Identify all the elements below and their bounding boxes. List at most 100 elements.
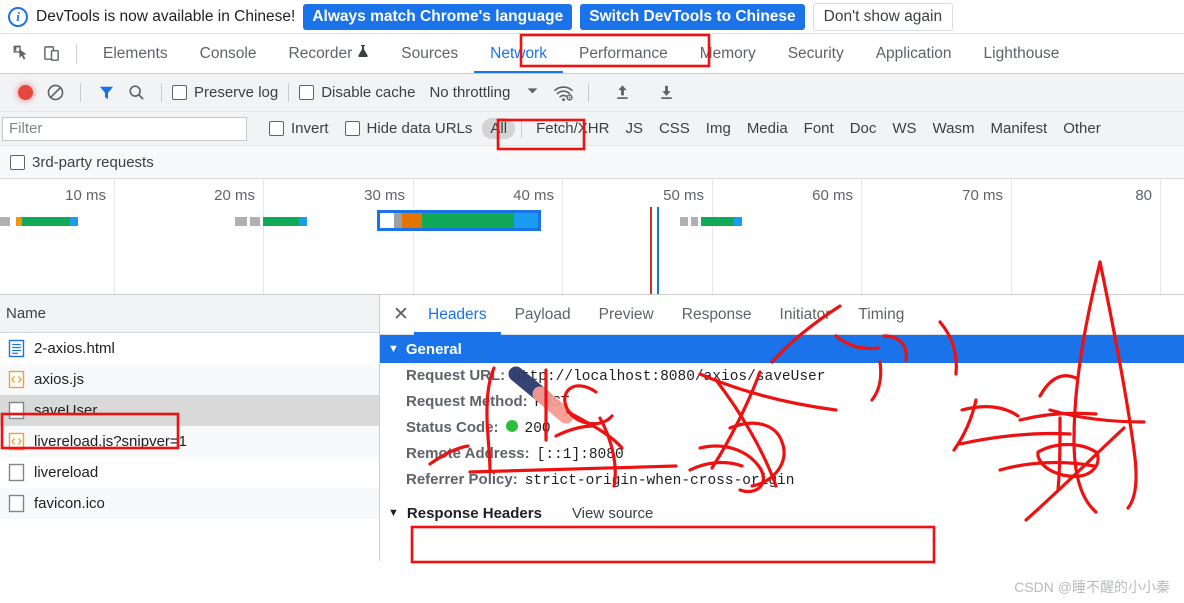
general-field-request-url: Request URL: http://localhost:8080/axios/… [380, 363, 1184, 389]
response-headers-title: Response Headers [406, 504, 542, 522]
timeline-request-bar[interactable] [377, 210, 541, 231]
request-detail-tabstrip: ✕ Headers Payload Preview Response Initi… [380, 295, 1184, 335]
clear-icon[interactable] [40, 78, 70, 108]
network-body: Name 2-axios.html axios.js saveUser liverel… [0, 295, 1184, 561]
view-source-link[interactable]: View source [572, 505, 653, 522]
tab-application[interactable]: Application [860, 34, 968, 73]
filter-type-all[interactable]: All [482, 118, 516, 139]
filter-type-other[interactable]: Other [1055, 118, 1109, 139]
filter-input[interactable]: Filter [2, 116, 247, 141]
request-row-favicon-ico[interactable]: favicon.ico [0, 488, 379, 519]
switch-to-chinese-button[interactable]: Switch DevTools to Chinese [580, 3, 805, 30]
tab-security[interactable]: Security [772, 34, 860, 73]
import-har-icon[interactable] [607, 78, 637, 108]
filter-type-js[interactable]: JS [617, 118, 651, 139]
throttling-dropdown[interactable]: No throttling [429, 84, 539, 101]
checkbox-box [299, 85, 315, 100]
filter-type-manifest[interactable]: Manifest [983, 118, 1056, 139]
tab-recorder[interactable]: Recorder [273, 34, 386, 73]
tab-label: Application [875, 44, 952, 62]
field-key: Status Code: [406, 419, 499, 436]
detail-tab-preview[interactable]: Preview [585, 295, 668, 335]
throttling-value: No throttling [429, 84, 511, 101]
timeline-request-bar[interactable] [0, 217, 78, 226]
timeline-event-line [657, 207, 659, 294]
tab-performance[interactable]: Performance [563, 34, 684, 73]
checkbox-box [344, 121, 360, 136]
wifi-settings-icon[interactable] [548, 78, 578, 108]
response-headers-section-header[interactable]: ▼ Response Headers View source [380, 499, 1184, 527]
third-party-requests-checkbox[interactable]: 3rd-party requests [10, 154, 154, 171]
disable-cache-checkbox[interactable]: Disable cache [299, 84, 415, 101]
timeline-gridline [114, 179, 115, 294]
tab-sources[interactable]: Sources [385, 34, 474, 73]
filter-type-doc[interactable]: Doc [842, 118, 885, 139]
tab-elements[interactable]: Elements [87, 34, 184, 73]
detail-tab-headers[interactable]: Headers [414, 295, 501, 335]
detail-tab-payload[interactable]: Payload [501, 295, 585, 335]
detail-tab-response[interactable]: Response [668, 295, 766, 335]
field-value: POST [534, 395, 570, 411]
tab-memory[interactable]: Memory [684, 34, 772, 73]
invert-checkbox[interactable]: Invert [269, 120, 329, 137]
filter-type-font[interactable]: Font [796, 118, 842, 139]
search-icon[interactable] [121, 78, 151, 108]
third-party-label: 3rd-party requests [32, 153, 154, 171]
timeline-tick-label: 30 ms [364, 187, 405, 204]
filter-type-img[interactable]: Img [698, 118, 739, 139]
hide-data-urls-checkbox[interactable]: Hide data URLs [344, 120, 473, 137]
checkbox-box [269, 121, 284, 136]
filter-funnel-icon[interactable] [91, 78, 121, 108]
checkbox-box [172, 85, 187, 100]
timeline-request-bar[interactable] [235, 217, 307, 226]
request-row-2-axios-html[interactable]: 2-axios.html [0, 333, 379, 364]
general-section-header[interactable]: ▼ General [380, 335, 1184, 363]
request-row-axios-js[interactable]: axios.js [0, 364, 379, 395]
tab-label: Recorder [288, 44, 353, 62]
tab-lighthouse[interactable]: Lighthouse [968, 34, 1076, 73]
devtools-language-infobar: i DevTools is now available in Chinese! … [0, 0, 1184, 34]
export-har-icon[interactable] [651, 78, 681, 108]
preserve-log-checkbox[interactable]: Preserve log [172, 84, 278, 101]
request-row-livereload[interactable]: livereload [0, 457, 379, 488]
toolbar-divider [80, 83, 81, 102]
generic-file-icon [8, 463, 25, 482]
close-icon[interactable]: ✕ [388, 302, 414, 328]
detail-tab-initiator[interactable]: Initiator [766, 295, 845, 335]
toggle-device-toolbar-icon[interactable] [36, 39, 66, 69]
request-detail-pane: ✕ Headers Payload Preview Response Initi… [380, 295, 1184, 561]
timeline-gridline [1011, 179, 1012, 294]
record-button[interactable] [10, 78, 40, 108]
timeline-event-line [650, 207, 652, 294]
info-icon: i [8, 6, 28, 27]
preserve-log-label: Preserve log [194, 84, 279, 101]
field-key: Referrer Policy: [406, 471, 518, 488]
experiment-flask-icon [357, 34, 369, 73]
always-match-language-button[interactable]: Always match Chrome's language [303, 3, 573, 30]
tab-network[interactable]: Network [474, 34, 563, 73]
detail-tab-timing[interactable]: Timing [844, 295, 918, 335]
request-row-saveuser[interactable]: saveUser [0, 395, 379, 426]
network-overview-timeline[interactable]: 10 ms 20 ms 30 ms 40 ms 50 ms 60 ms 70 ms 80 [0, 179, 1184, 295]
timeline-request-bar[interactable] [680, 217, 742, 226]
tab-label: Performance [578, 44, 668, 62]
script-icon [8, 432, 25, 451]
field-value: strict-origin-when-cross-origin [524, 473, 795, 489]
tab-label: Network [490, 44, 547, 62]
field-value: 200 [524, 421, 551, 437]
inspect-element-icon[interactable] [6, 39, 36, 69]
filter-type-media[interactable]: Media [739, 118, 796, 139]
tabstrip-divider [76, 43, 77, 64]
generic-file-icon [8, 401, 25, 420]
toolbar-divider [161, 83, 162, 102]
tab-label: Memory [699, 44, 756, 62]
filter-type-css[interactable]: CSS [651, 118, 698, 139]
hide-data-urls-label: Hide data URLs [366, 120, 473, 137]
filter-type-fetch-xhr[interactable]: Fetch/XHR [528, 118, 617, 139]
request-row-livereload-js-snipver-1[interactable]: livereload.js?snipver=1 [0, 426, 379, 457]
request-row-name: saveUser [34, 402, 98, 419]
dont-show-again-button[interactable]: Don't show again [812, 2, 954, 31]
filter-type-ws[interactable]: WS [884, 118, 924, 139]
filter-type-wasm[interactable]: Wasm [925, 118, 983, 139]
tab-console[interactable]: Console [184, 34, 273, 73]
